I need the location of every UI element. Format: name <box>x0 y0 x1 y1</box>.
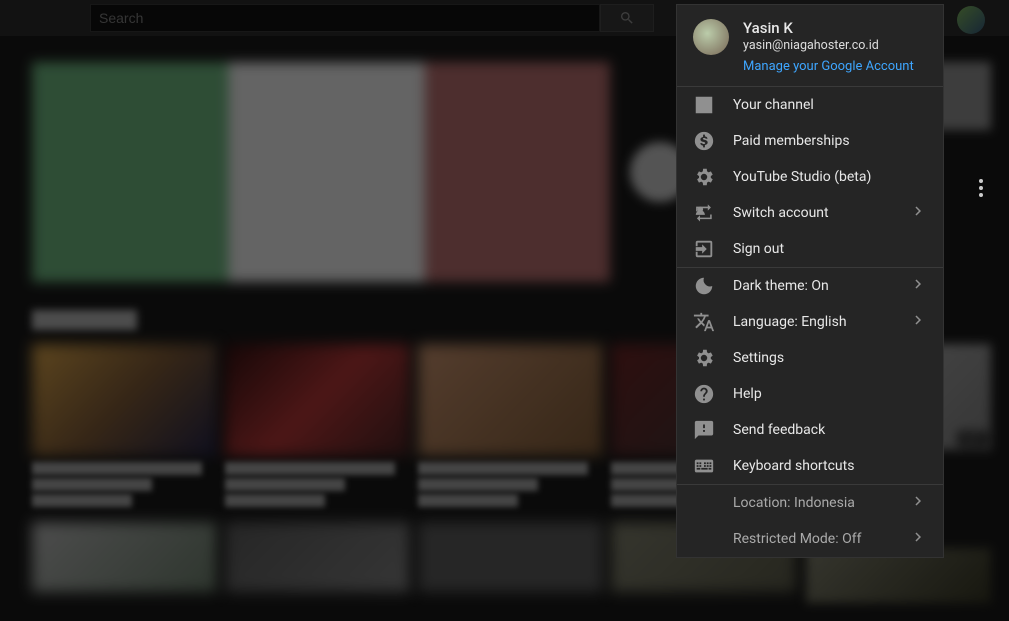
menu-item-label: Keyboard shortcuts <box>733 458 927 474</box>
menu-item-label: Help <box>733 386 927 402</box>
user-square-icon <box>693 94 715 116</box>
menu-item-restricted[interactable]: Restricted Mode: Off <box>677 521 943 557</box>
menu-item-help[interactable]: Help <box>677 376 943 412</box>
menu-item-location[interactable]: Location: Indonesia <box>677 485 943 521</box>
gear-icon <box>693 166 715 188</box>
moon-icon <box>693 275 715 297</box>
menu-item-label: Send feedback <box>733 422 927 438</box>
menu-item-label: Dark theme: On <box>733 278 891 294</box>
menu-item-settings[interactable]: Settings <box>677 340 943 376</box>
translate-icon <box>693 311 715 333</box>
account-menu: Yasin K yasin@niagahoster.co.id Manage y… <box>676 4 944 558</box>
chevron-right-icon <box>909 311 927 333</box>
menu-item-youtube-studio[interactable]: YouTube Studio (beta) <box>677 159 943 195</box>
menu-item-label: Restricted Mode: Off <box>733 531 891 547</box>
gear-icon <box>693 347 715 369</box>
dollar-icon <box>693 130 715 152</box>
account-name: Yasin K <box>743 19 914 37</box>
help-icon <box>693 383 715 405</box>
exit-icon <box>693 238 715 260</box>
menu-item-dark-theme[interactable]: Dark theme: On <box>677 268 943 304</box>
account-header: Yasin K yasin@niagahoster.co.id Manage y… <box>677 5 943 86</box>
menu-item-label: Settings <box>733 350 927 366</box>
menu-item-switch-account[interactable]: Switch account <box>677 195 943 231</box>
menu-item-your-channel[interactable]: Your channel <box>677 87 943 123</box>
menu-item-shortcuts[interactable]: Keyboard shortcuts <box>677 448 943 484</box>
more-options-button[interactable] <box>979 176 983 200</box>
chevron-right-icon <box>909 492 927 514</box>
menu-item-feedback[interactable]: Send feedback <box>677 412 943 448</box>
menu-item-label: Your channel <box>733 97 927 113</box>
menu-item-label: YouTube Studio (beta) <box>733 169 927 185</box>
feedback-icon <box>693 419 715 441</box>
chevron-right-icon <box>909 275 927 297</box>
menu-item-label: Sign out <box>733 241 927 257</box>
keyboard-icon <box>693 455 715 477</box>
account-email: yasin@niagahoster.co.id <box>743 38 914 53</box>
menu-item-language[interactable]: Language: English <box>677 304 943 340</box>
switch-icon <box>693 202 715 224</box>
chevron-right-icon <box>909 528 927 550</box>
menu-item-paid-memberships[interactable]: Paid memberships <box>677 123 943 159</box>
menu-item-sign-out[interactable]: Sign out <box>677 231 943 267</box>
manage-account-link[interactable]: Manage your Google Account <box>743 59 914 74</box>
menu-item-label: Location: Indonesia <box>733 495 891 511</box>
menu-item-label: Language: English <box>733 314 891 330</box>
account-avatar[interactable] <box>693 19 729 55</box>
menu-item-label: Paid memberships <box>733 133 927 149</box>
menu-item-label: Switch account <box>733 205 891 221</box>
chevron-right-icon <box>909 202 927 224</box>
